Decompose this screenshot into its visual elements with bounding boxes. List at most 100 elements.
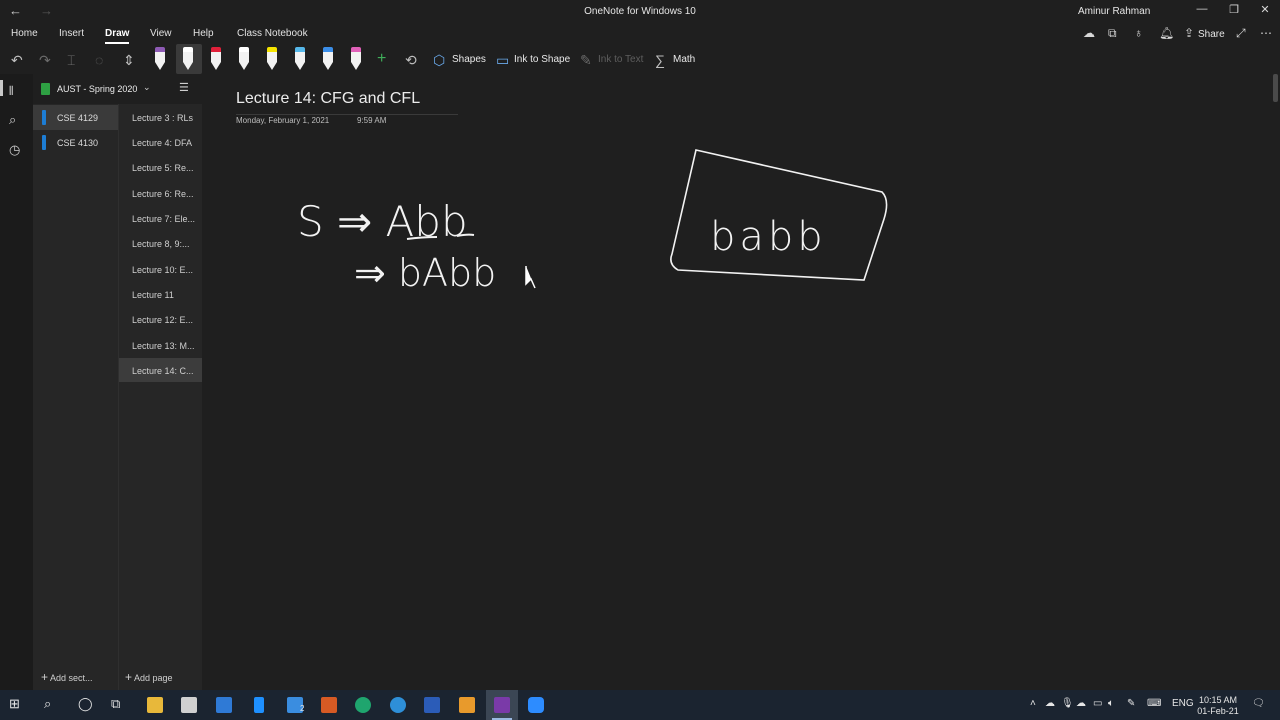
- minimize-icon[interactable]: —: [1194, 3, 1210, 15]
- vertical-scrollbar[interactable]: [1273, 74, 1278, 102]
- page-item[interactable]: Lecture 11: [119, 282, 202, 306]
- network-icon[interactable]: ▭: [1093, 698, 1102, 709]
- tab-draw[interactable]: Draw: [105, 28, 130, 44]
- pen-blue[interactable]: [321, 47, 335, 71]
- ink-to-shape-button[interactable]: Ink to Shape: [514, 54, 570, 65]
- word-icon[interactable]: [424, 697, 440, 713]
- taskbar-clock[interactable]: 10:15 AM 01-Feb-21: [1196, 695, 1240, 717]
- page-item[interactable]: Lecture 3 : RLs: [119, 105, 202, 129]
- math-button[interactable]: Math: [673, 54, 695, 65]
- redo-icon[interactable]: ↷: [39, 52, 51, 69]
- volume-icon[interactable]: 🔈︎: [1108, 698, 1114, 709]
- edge-icon[interactable]: [390, 697, 406, 713]
- zoom-icon[interactable]: [528, 697, 544, 713]
- page-label: Lecture 12: E...: [132, 315, 194, 325]
- more-icon[interactable]: ⋯: [1260, 26, 1272, 40]
- ink-to-text-button[interactable]: Ink to Text: [598, 54, 643, 65]
- tab-insert[interactable]: Insert: [59, 28, 84, 39]
- page-label: Lecture 14: C...: [132, 366, 194, 376]
- undo-icon[interactable]: ↶: [11, 52, 23, 69]
- ribbon-tabs: Home Insert Draw View Help Class Noteboo…: [0, 24, 1280, 44]
- search-icon[interactable]: ⌕: [9, 112, 16, 128]
- expand-icon[interactable]: ⤢: [1236, 26, 1246, 41]
- page-canvas[interactable]: Lecture 14: CFG and CFL Monday, February…: [202, 74, 1280, 690]
- section-cse-4130[interactable]: CSE 4130: [33, 130, 118, 155]
- edge-dev-icon[interactable]: [355, 697, 371, 713]
- keyboard-icon[interactable]: ⌨: [1147, 698, 1161, 709]
- page-label: Lecture 13: M...: [132, 341, 195, 351]
- pen-icon[interactable]: ✎: [1127, 698, 1135, 709]
- page-item[interactable]: Lecture 10: E...: [119, 257, 202, 281]
- mail-icon[interactable]: [216, 697, 232, 713]
- plus-icon: +: [41, 670, 49, 684]
- page-item[interactable]: Lecture 5: Re...: [119, 155, 202, 179]
- cortana-icon[interactable]: ◯: [78, 696, 93, 712]
- tab-class-notebook[interactable]: Class Notebook: [237, 28, 308, 39]
- document-icon[interactable]: [254, 697, 264, 713]
- onenote-icon[interactable]: [494, 697, 510, 713]
- app-orange-icon[interactable]: [459, 697, 475, 713]
- ink-replay-icon[interactable]: ⟲: [405, 52, 417, 69]
- share-icon[interactable]: ⇪: [1184, 26, 1194, 40]
- file-explorer-icon[interactable]: [147, 697, 163, 713]
- handwritten-ink[interactable]: S ⇒ Abb ⇒ bAbb babb: [202, 74, 1280, 690]
- ink-line-2: ⇒ bAbb: [354, 251, 496, 295]
- recent-clock-icon[interactable]: ◷: [9, 142, 20, 158]
- tab-view[interactable]: View: [150, 28, 172, 39]
- add-pen-icon[interactable]: +: [377, 50, 386, 68]
- bell-icon[interactable]: 🔔︎: [1159, 26, 1174, 40]
- pen-red[interactable]: [209, 47, 223, 71]
- sync-icon[interactable]: ☁: [1083, 26, 1095, 40]
- page-item-selected[interactable]: Lecture 14: C...: [119, 358, 202, 382]
- pen-pink[interactable]: [349, 47, 363, 71]
- onedrive-icon[interactable]: ☁: [1045, 698, 1055, 709]
- section-label: CSE 4130: [57, 138, 99, 148]
- notebooks-icon[interactable]: 𝍪: [9, 82, 13, 104]
- pen-light-blue[interactable]: [293, 47, 307, 71]
- ink-boxed-word: babb: [710, 214, 827, 260]
- search-icon[interactable]: ⌕: [44, 696, 51, 712]
- highlighter-yellow[interactable]: [265, 47, 279, 71]
- task-view-icon[interactable]: ⧉: [111, 696, 120, 712]
- ink-to-text-icon[interactable]: ✎: [580, 52, 592, 69]
- page-item[interactable]: Lecture 8, 9:...: [119, 231, 202, 255]
- add-page-button[interactable]: + Add page: [125, 670, 173, 684]
- lightbulb-icon[interactable]: ♁: [1134, 26, 1143, 40]
- page-item[interactable]: Lecture 6: Re...: [119, 181, 202, 205]
- page-item[interactable]: Lecture 13: M...: [119, 333, 202, 357]
- restore-icon[interactable]: ❐: [1226, 3, 1242, 16]
- store-icon[interactable]: [181, 697, 197, 713]
- microphone-icon[interactable]: 🎙︎: [1061, 698, 1074, 709]
- notebook-selector[interactable]: AUST - Spring 2020 ⌄ ☰: [33, 74, 201, 104]
- page-item[interactable]: Lecture 4: DFA: [119, 130, 202, 154]
- ink-to-shape-icon[interactable]: ▭: [496, 52, 509, 69]
- pen-purple[interactable]: [153, 47, 167, 71]
- cloud-sync-icon[interactable]: ☁: [1076, 698, 1086, 709]
- lasso-select-icon[interactable]: ◌: [95, 52, 103, 68]
- type-select-icon[interactable]: ⌶: [67, 52, 75, 69]
- shapes-icon[interactable]: ⬡: [433, 52, 445, 69]
- shapes-button[interactable]: Shapes: [452, 54, 486, 65]
- tab-home[interactable]: Home: [11, 28, 38, 39]
- tab-help[interactable]: Help: [193, 28, 214, 39]
- section-cse-4129[interactable]: CSE 4129: [33, 105, 118, 130]
- sort-icon[interactable]: ☰: [179, 81, 189, 94]
- pages-pane: Lecture 3 : RLs Lecture 4: DFA Lecture 5…: [118, 104, 202, 690]
- page-copy-icon[interactable]: ⧉: [1108, 26, 1117, 41]
- tray-chevron-up-icon[interactable]: ˄: [1030, 698, 1036, 709]
- pen-black[interactable]: [181, 47, 195, 71]
- language-indicator[interactable]: ENG: [1172, 698, 1194, 709]
- account-name[interactable]: Aminur Rahman: [1078, 6, 1150, 17]
- office-icon[interactable]: [321, 697, 337, 713]
- notifications-icon[interactable]: 🗨︎: [1252, 698, 1265, 709]
- add-section-button[interactable]: + Add sect...: [41, 670, 93, 684]
- page-item[interactable]: Lecture 12: E...: [119, 307, 202, 331]
- add-space-icon[interactable]: ⇕: [123, 52, 135, 69]
- share-button[interactable]: Share: [1198, 29, 1225, 40]
- pen-white[interactable]: [237, 47, 251, 71]
- math-icon[interactable]: ∑: [655, 52, 665, 68]
- close-icon[interactable]: ✕: [1257, 3, 1273, 16]
- badge-count: 2: [300, 704, 305, 713]
- page-item[interactable]: Lecture 7: Ele...: [119, 206, 202, 230]
- windows-start-icon[interactable]: ⊞: [9, 696, 20, 712]
